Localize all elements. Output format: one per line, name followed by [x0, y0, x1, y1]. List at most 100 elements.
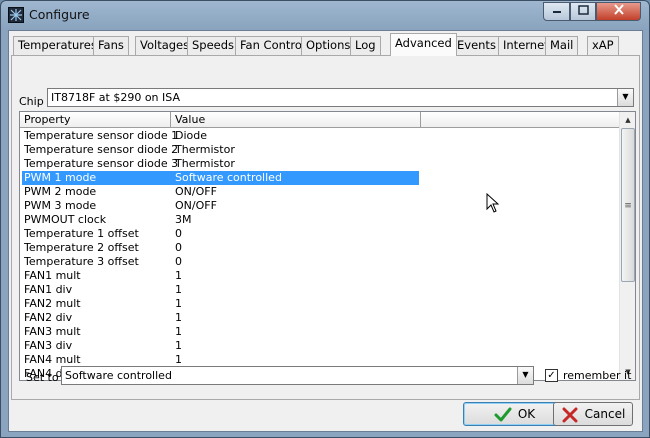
value-cell: 1 — [175, 269, 182, 282]
tab-xap[interactable]: xAP — [587, 36, 619, 55]
set-to-select[interactable]: Software controlled ▼ — [61, 366, 534, 385]
scrollbar-thumb[interactable]: ≡ — [621, 128, 635, 282]
ok-button[interactable]: OK — [463, 402, 566, 426]
table-row[interactable]: FAN1 div 1 — [20, 283, 620, 297]
maximize-icon — [577, 5, 589, 15]
table-row[interactable]: FAN3 mult 1 — [20, 325, 620, 339]
chip-label: Chip — [19, 95, 44, 108]
value-cell: 1 — [175, 353, 182, 366]
tab-voltages[interactable]: Voltages — [135, 36, 195, 55]
remember-checkbox[interactable]: ✓ — [545, 369, 558, 382]
minimize-icon — [552, 11, 561, 13]
column-header-value[interactable]: Value — [171, 112, 421, 128]
configure-window: Configure Temperatures Fans Voltages Spe… — [0, 0, 650, 438]
property-cell: Temperature sensor diode 1 — [24, 129, 179, 142]
tab-fan-control[interactable]: Fan Control — [235, 36, 311, 55]
advanced-panel: Chip IT8718F at $290 on ISA ▼ Property V… — [11, 55, 640, 400]
value-cell: Thermistor — [175, 157, 235, 170]
remember-label: remember it — [563, 369, 632, 382]
value-cell: Diode — [175, 129, 208, 142]
value-cell: 1 — [175, 325, 182, 338]
value-cell: 1 — [175, 311, 182, 324]
property-cell: Temperature 2 offset — [24, 241, 139, 254]
property-cell: FAN3 mult — [24, 325, 81, 338]
vertical-scrollbar[interactable]: ▲ ≡ ▼ — [619, 112, 635, 380]
cancel-label: Cancel — [584, 407, 626, 421]
property-cell: Temperature sensor diode 2 — [24, 143, 179, 156]
property-cell: PWM 1 mode — [24, 171, 97, 184]
property-cell: FAN3 div — [24, 339, 73, 352]
close-button[interactable] — [596, 2, 641, 21]
value-cell: ON/OFF — [175, 185, 217, 198]
scroll-up-icon[interactable]: ▲ — [620, 112, 635, 128]
set-to-value: Software controlled — [65, 369, 172, 382]
tab-temperatures[interactable]: Temperatures — [13, 36, 102, 55]
property-cell: FAN2 mult — [24, 297, 81, 310]
property-cell: Temperature 1 offset — [24, 227, 139, 240]
table-row[interactable]: FAN2 mult 1 — [20, 297, 620, 311]
table-row[interactable]: Temperature sensor diode 2 Thermistor — [20, 143, 620, 157]
tab-advanced[interactable]: Advanced — [390, 33, 457, 56]
property-cell: FAN4 mult — [24, 353, 81, 366]
property-grid[interactable]: Property Value Temperature sensor diode … — [19, 111, 636, 381]
value-cell: 1 — [175, 297, 182, 310]
app-icon — [8, 7, 24, 23]
chevron-down-icon[interactable]: ▼ — [617, 89, 633, 106]
table-row[interactable]: PWMOUT clock 3M — [20, 213, 620, 227]
property-cell: PWMOUT clock — [24, 213, 107, 226]
dialog-client: Temperatures Fans Voltages Speeds Fan Co… — [8, 30, 643, 432]
tab-options[interactable]: Options — [301, 36, 356, 55]
table-row-selected[interactable]: PWM 1 mode Software controlled — [20, 171, 620, 185]
table-row[interactable]: Temperature 2 offset 0 — [20, 241, 620, 255]
maximize-button[interactable] — [570, 2, 596, 21]
value-cell: 1 — [175, 283, 182, 296]
property-cell: FAN1 div — [24, 283, 73, 296]
column-header-blank — [421, 112, 621, 128]
value-cell: Software controlled — [175, 171, 282, 184]
table-row[interactable]: PWM 2 mode ON/OFF — [20, 185, 620, 199]
table-row[interactable]: Temperature 1 offset 0 — [20, 227, 620, 241]
value-cell: 0 — [175, 255, 182, 268]
checkmark-icon — [494, 407, 512, 421]
chevron-down-icon[interactable]: ▼ — [517, 367, 533, 384]
table-row[interactable]: FAN2 div 1 — [20, 311, 620, 325]
tab-mail[interactable]: Mail — [545, 36, 579, 55]
value-cell: ON/OFF — [175, 199, 217, 212]
chip-value: IT8718F at $290 on ISA — [51, 91, 180, 104]
property-cell: PWM 2 mode — [24, 185, 97, 198]
tab-speeds[interactable]: Speeds — [187, 36, 240, 55]
close-icon — [613, 4, 624, 15]
value-cell: 0 — [175, 227, 182, 240]
chip-select[interactable]: IT8718F at $290 on ISA ▼ — [47, 88, 634, 107]
column-header-property[interactable]: Property — [20, 112, 171, 128]
value-cell: Thermistor — [175, 143, 235, 156]
tab-log[interactable]: Log — [350, 36, 381, 55]
property-cell: Temperature 3 offset — [24, 255, 139, 268]
minimize-button[interactable] — [543, 2, 570, 21]
table-row[interactable]: FAN3 div 1 — [20, 339, 620, 353]
set-to-label: Set to — [26, 371, 59, 384]
x-icon — [562, 407, 578, 422]
table-row[interactable]: Temperature sensor diode 1 Diode — [20, 129, 620, 143]
property-cell: FAN2 div — [24, 311, 73, 324]
grid-rows: Temperature sensor diode 1 Diode Temperat… — [20, 129, 620, 380]
property-cell: Temperature sensor diode 3 — [24, 157, 179, 170]
mouse-cursor-icon — [486, 193, 500, 213]
table-row[interactable]: Temperature 3 offset 0 — [20, 255, 620, 269]
cancel-button[interactable]: Cancel — [553, 402, 633, 426]
value-cell: 3M — [175, 213, 192, 226]
tab-events[interactable]: Events — [452, 36, 501, 55]
table-row[interactable]: FAN4 mult 1 — [20, 353, 620, 367]
property-cell: FAN1 mult — [24, 269, 81, 282]
title-bar[interactable]: Configure — [1, 1, 649, 29]
value-cell: 1 — [175, 339, 182, 352]
value-cell: 0 — [175, 241, 182, 254]
table-row[interactable]: FAN1 mult 1 — [20, 269, 620, 283]
tab-fans[interactable]: Fans — [93, 36, 129, 55]
ok-label: OK — [517, 407, 536, 421]
grid-header: Property Value — [20, 112, 621, 128]
tab-strip: Temperatures Fans Voltages Speeds Fan Co… — [13, 33, 643, 56]
table-row[interactable]: Temperature sensor diode 3 Thermistor — [20, 157, 620, 171]
table-row[interactable]: PWM 3 mode ON/OFF — [20, 199, 620, 213]
property-cell: PWM 3 mode — [24, 199, 97, 212]
